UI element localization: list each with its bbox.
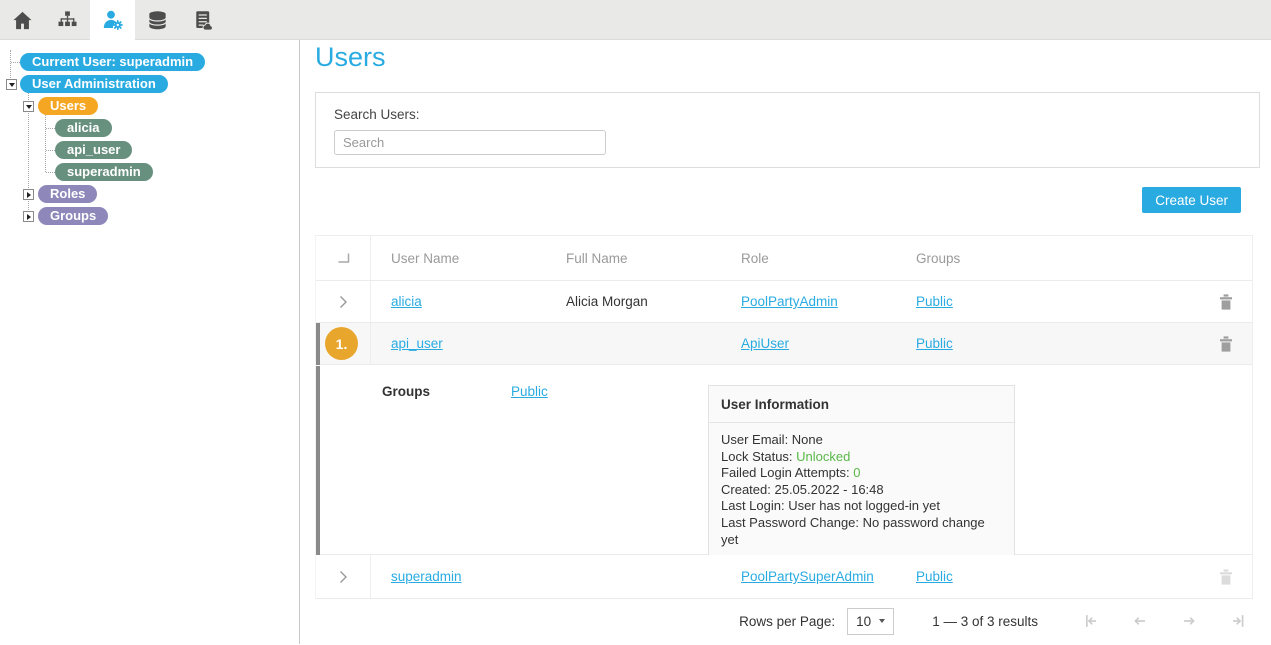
delete-user-icon[interactable]	[1219, 336, 1233, 352]
column-header-groups: Groups	[896, 251, 1199, 266]
rows-per-page-select[interactable]: 10	[847, 608, 894, 635]
database-icon	[146, 9, 169, 32]
tree-guide-line	[46, 128, 55, 129]
sitemap-icon	[56, 9, 79, 32]
expand-row-icon[interactable]	[336, 295, 350, 309]
table-row-api-user: 1. api_user ApiUser Public	[316, 323, 1252, 365]
tree-guide-line	[45, 112, 46, 172]
tab-sitemap[interactable]	[45, 0, 90, 40]
role-link[interactable]: PoolPartyAdmin	[741, 294, 838, 309]
users-table: User Name Full Name Role Groups alicia A…	[315, 235, 1253, 599]
info-line-last-password-change: Last Password Change: No password change…	[721, 515, 1002, 548]
user-information-title: User Information	[709, 386, 1014, 423]
groups-link[interactable]: Public	[916, 569, 953, 584]
home-icon	[11, 9, 34, 32]
tree-node-users[interactable]: Users	[38, 97, 98, 115]
tree-node-user-administration[interactable]: User Administration	[20, 75, 168, 93]
tree-node-roles[interactable]: Roles	[38, 185, 97, 203]
tree-node-groups[interactable]: Groups	[38, 207, 108, 225]
tab-user-administration[interactable]	[90, 0, 135, 40]
delete-user-icon[interactable]	[1219, 294, 1233, 310]
selected-row-bar	[316, 366, 320, 555]
detail-groups-label: Groups	[382, 384, 430, 399]
caret-down-icon	[26, 105, 32, 109]
role-link[interactable]: PoolPartySuperAdmin	[741, 569, 874, 584]
tree-guide-line	[46, 150, 55, 151]
user-name-link[interactable]: alicia	[391, 294, 422, 309]
user-information-panel: User Information User Email: None Lock S…	[708, 385, 1015, 560]
expand-toggle-roles[interactable]	[23, 189, 34, 200]
first-page-icon[interactable]	[1080, 611, 1102, 631]
expand-toggle-user-administration[interactable]	[6, 79, 17, 90]
column-header-user-name: User Name	[371, 251, 546, 266]
info-line-lock-status: Lock Status: Unlocked	[721, 449, 1002, 466]
groups-link[interactable]: Public	[916, 336, 953, 351]
rows-per-page-label: Rows per Page:	[739, 614, 835, 629]
full-name-cell: Alicia Morgan	[546, 294, 721, 309]
search-label: Search Users:	[334, 107, 1241, 122]
status-value: Unlocked	[796, 449, 850, 464]
tab-home[interactable]	[0, 0, 45, 40]
table-row-alicia: alicia Alicia Morgan PoolPartyAdmin Publ…	[316, 281, 1252, 323]
expand-toggle-users[interactable]	[23, 101, 34, 112]
results-count: 1 — 3 of 3 results	[932, 614, 1038, 629]
last-page-icon[interactable]	[1227, 611, 1249, 631]
delete-user-icon-disabled	[1219, 569, 1233, 585]
tree-guide-line	[11, 62, 20, 63]
navigation-tree: Current User: superadmin User Administra…	[0, 40, 300, 644]
column-header-role: Role	[721, 251, 896, 266]
expand-toggle-groups[interactable]	[23, 211, 34, 222]
tree-node-superadmin[interactable]: superadmin	[55, 163, 153, 181]
search-input[interactable]	[334, 130, 606, 155]
groups-link[interactable]: Public	[916, 294, 953, 309]
search-panel: Search Users:	[315, 92, 1260, 168]
next-page-icon[interactable]	[1178, 611, 1200, 631]
user-name-link[interactable]: superadmin	[391, 569, 462, 584]
caret-right-icon	[27, 192, 31, 198]
expand-row-icon[interactable]	[336, 570, 350, 584]
tree-guide-line	[46, 172, 55, 173]
info-line-created: Created: 25.05.2022 - 16:48	[721, 482, 1002, 499]
table-row-superadmin: superadmin PoolPartySuperAdmin Public	[316, 555, 1252, 599]
user-name-link[interactable]: api_user	[391, 336, 443, 351]
info-line-failed-attempts: Failed Login Attempts: 0	[721, 465, 1002, 482]
tree-node-current-user[interactable]: Current User: superadmin	[20, 53, 205, 71]
status-value: 0	[853, 465, 860, 480]
table-header-row: User Name Full Name Role Groups	[316, 236, 1252, 281]
tab-server-backup[interactable]	[180, 0, 225, 40]
page-title: Users	[315, 42, 386, 73]
collapse-all-icon[interactable]	[337, 253, 350, 264]
main-content: Users Search Users: Create User User Nam…	[300, 40, 1271, 644]
caret-down-icon	[9, 83, 15, 87]
rows-per-page-value: 10	[856, 614, 871, 629]
column-header-full-name: Full Name	[546, 251, 721, 266]
server-backup-icon	[191, 9, 214, 32]
caret-down-icon	[879, 619, 885, 623]
top-toolbar	[0, 0, 1271, 40]
selected-row-bar	[316, 323, 320, 365]
previous-page-icon[interactable]	[1129, 611, 1151, 631]
info-line-last-login: Last Login: User has not logged-in yet	[721, 498, 1002, 515]
create-user-button[interactable]: Create User	[1142, 187, 1241, 213]
tab-database[interactable]	[135, 0, 180, 40]
tree-node-alicia[interactable]: alicia	[55, 119, 112, 137]
caret-right-icon	[27, 214, 31, 220]
user-admin-icon	[101, 8, 125, 32]
expanded-user-detail: Groups Public User Information User Emai…	[316, 365, 1252, 555]
info-line-email: User Email: None	[721, 432, 1002, 449]
tree-node-api-user[interactable]: api_user	[55, 141, 132, 159]
detail-groups-link[interactable]: Public	[511, 384, 548, 399]
table-footer: Rows per Page: 10 1 — 3 of 3 results	[315, 599, 1253, 643]
pagination-controls	[1080, 611, 1253, 631]
role-link[interactable]: ApiUser	[741, 336, 789, 351]
annotation-step-marker: 1.	[325, 327, 358, 360]
